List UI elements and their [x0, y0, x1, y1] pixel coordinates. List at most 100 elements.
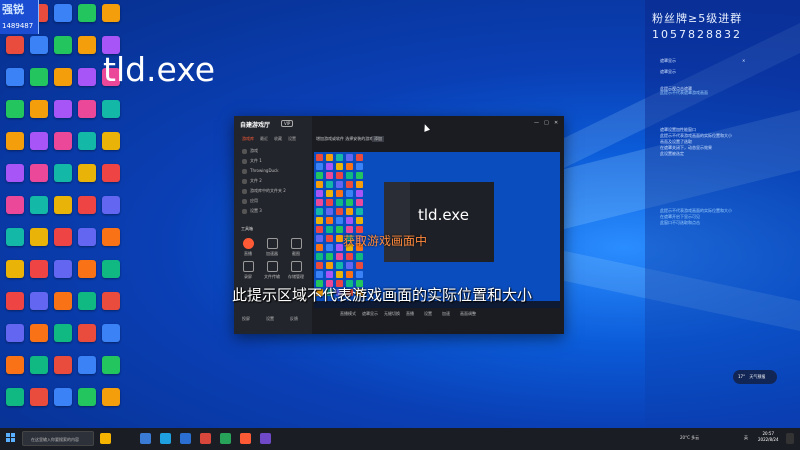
tool-stream[interactable]: 直播: [238, 238, 258, 257]
desktop-shortcut-icon[interactable]: [76, 260, 98, 288]
desktop-shortcut-icon[interactable]: [4, 132, 26, 160]
bottom-item[interactable]: 直播: [406, 311, 414, 317]
desktop-shortcut-icon[interactable]: [100, 164, 122, 192]
desktop-shortcut-icon[interactable]: [52, 100, 74, 128]
task-view-icon[interactable]: [140, 433, 151, 444]
notification-icon[interactable]: [786, 433, 794, 444]
desktop-shortcut-icon[interactable]: [52, 292, 74, 320]
desktop-shortcut-icon[interactable]: [76, 324, 98, 352]
game-list-item[interactable]: 文件 1: [242, 158, 262, 164]
desktop-shortcut-icon[interactable]: [100, 356, 122, 384]
game-list-item[interactable]: 文件 2: [242, 178, 262, 184]
bottom-item[interactable]: 设置: [424, 311, 432, 317]
game-list-item[interactable]: 游戏: [242, 148, 258, 154]
weather-widget[interactable]: 17° 天气预报: [733, 370, 777, 384]
desktop-shortcut-icon[interactable]: [76, 356, 98, 384]
tool-transfer[interactable]: 文件传输: [262, 261, 282, 280]
desktop-shortcut-icon[interactable]: [76, 4, 98, 32]
desktop-shortcut-icon[interactable]: [52, 196, 74, 224]
desktop-shortcut-icon[interactable]: [76, 36, 98, 64]
game-list-item[interactable]: 游戏库中的文件夹 2: [242, 188, 286, 194]
app-icon[interactable]: [200, 433, 211, 444]
tool-screenshot[interactable]: 截图: [286, 238, 306, 257]
desktop-shortcut-icon[interactable]: [100, 292, 122, 320]
desktop-shortcut-icon[interactable]: [28, 68, 50, 96]
desktop-shortcut-icon[interactable]: [4, 292, 26, 320]
desktop-shortcut-icon[interactable]: [52, 260, 74, 288]
side-tab[interactable]: 设置: [288, 136, 296, 142]
desktop-shortcut-icon[interactable]: [100, 228, 122, 256]
desktop-shortcut-icon[interactable]: [4, 164, 26, 192]
desktop-shortcut-icon[interactable]: [28, 292, 50, 320]
side-bottom-feedback[interactable]: 反馈: [290, 316, 298, 322]
desktop-shortcut-icon[interactable]: [52, 324, 74, 352]
desktop-shortcut-icon[interactable]: [52, 228, 74, 256]
desktop-shortcut-icon[interactable]: [100, 132, 122, 160]
side-tab[interactable]: 收藏: [274, 136, 282, 142]
desktop-shortcut-icon[interactable]: [4, 68, 26, 96]
windows-start-icon[interactable]: [6, 433, 16, 443]
tool-accelerator[interactable]: 加速器: [262, 238, 282, 257]
desktop-shortcut-icon[interactable]: [28, 356, 50, 384]
game-hall-taskbar-icon[interactable]: [240, 433, 251, 444]
desktop-shortcut-icon[interactable]: [4, 228, 26, 256]
desktop-shortcut-icon[interactable]: [28, 260, 50, 288]
desktop-shortcut-icon[interactable]: [52, 4, 74, 32]
desktop-shortcut-icon[interactable]: [76, 100, 98, 128]
desktop-shortcut-icon[interactable]: [28, 132, 50, 160]
taskbar-search-input[interactable]: 在这里输入你要搜索的内容: [22, 431, 94, 446]
panel-close-icon[interactable]: ✕: [742, 58, 745, 64]
minimize-button[interactable]: —: [534, 120, 539, 126]
desktop-shortcut-icon[interactable]: [100, 260, 122, 288]
desktop-shortcut-icon[interactable]: [52, 36, 74, 64]
store-icon[interactable]: [180, 433, 191, 444]
weather-tray[interactable]: 20°C 多云: [680, 435, 699, 441]
desktop-shortcut-icon[interactable]: [4, 196, 26, 224]
add-tag[interactable]: 添加: [372, 136, 384, 142]
desktop-shortcut-icon[interactable]: [100, 4, 122, 32]
desktop-shortcut-icon[interactable]: [4, 100, 26, 128]
side-bottom-settings[interactable]: 设置: [266, 316, 274, 322]
desktop-shortcut-icon[interactable]: [28, 36, 50, 64]
game-list-item[interactable]: ThrowingDuck: [242, 168, 279, 174]
side-bottom-cast[interactable]: 投屏: [242, 316, 250, 322]
bottom-item[interactable]: 画面调整: [460, 311, 476, 317]
desktop-shortcut-icon[interactable]: [76, 228, 98, 256]
desktop-shortcut-icon[interactable]: [76, 388, 98, 416]
desktop-shortcut-icon[interactable]: [100, 388, 122, 416]
desktop-shortcut-icon[interactable]: [28, 100, 50, 128]
desktop-shortcut-icon[interactable]: [4, 36, 26, 64]
desktop-shortcut-icon[interactable]: [28, 324, 50, 352]
desktop-shortcut-icon[interactable]: [100, 324, 122, 352]
tool-storage[interactable]: 存储管理: [286, 261, 306, 280]
desktop-shortcut-icon[interactable]: [52, 164, 74, 192]
bottom-item[interactable]: 无缝切换: [384, 311, 400, 317]
bottom-item[interactable]: 遮罩显示: [362, 311, 378, 317]
desktop-shortcut-icon[interactable]: [4, 260, 26, 288]
app-icon[interactable]: [220, 433, 231, 444]
edge-icon[interactable]: [160, 433, 171, 444]
close-button[interactable]: ✕: [554, 120, 558, 126]
ime-indicator[interactable]: 英: [744, 435, 748, 441]
side-tab[interactable]: 游戏库: [242, 136, 254, 142]
desktop-shortcut-icon[interactable]: [52, 356, 74, 384]
desktop-shortcut-icon[interactable]: [76, 132, 98, 160]
desktop-shortcut-icon[interactable]: [76, 164, 98, 192]
tool-record[interactable]: 录屏: [238, 261, 258, 280]
desktop-shortcut-icon[interactable]: [76, 292, 98, 320]
desktop-shortcut-icon[interactable]: [76, 196, 98, 224]
desktop-shortcut-icon[interactable]: [52, 388, 74, 416]
desktop-shortcut-icon[interactable]: [28, 196, 50, 224]
desktop-shortcut-icon[interactable]: [4, 356, 26, 384]
bottom-item[interactable]: 加速: [442, 311, 450, 317]
taskbar-clock[interactable]: 20:57 2022/8/24: [758, 431, 779, 443]
desktop-shortcut-icon[interactable]: [100, 100, 122, 128]
desktop-shortcut-icon[interactable]: [100, 196, 122, 224]
desktop-shortcut-icon[interactable]: [4, 388, 26, 416]
desktop-shortcut-icon[interactable]: [28, 164, 50, 192]
side-tab[interactable]: 最近: [260, 136, 268, 142]
app-icon[interactable]: [260, 433, 271, 444]
bottom-item[interactable]: 直播模式: [340, 311, 356, 317]
desktop-shortcut-icon[interactable]: [28, 228, 50, 256]
desktop-shortcut-icon[interactable]: [4, 324, 26, 352]
